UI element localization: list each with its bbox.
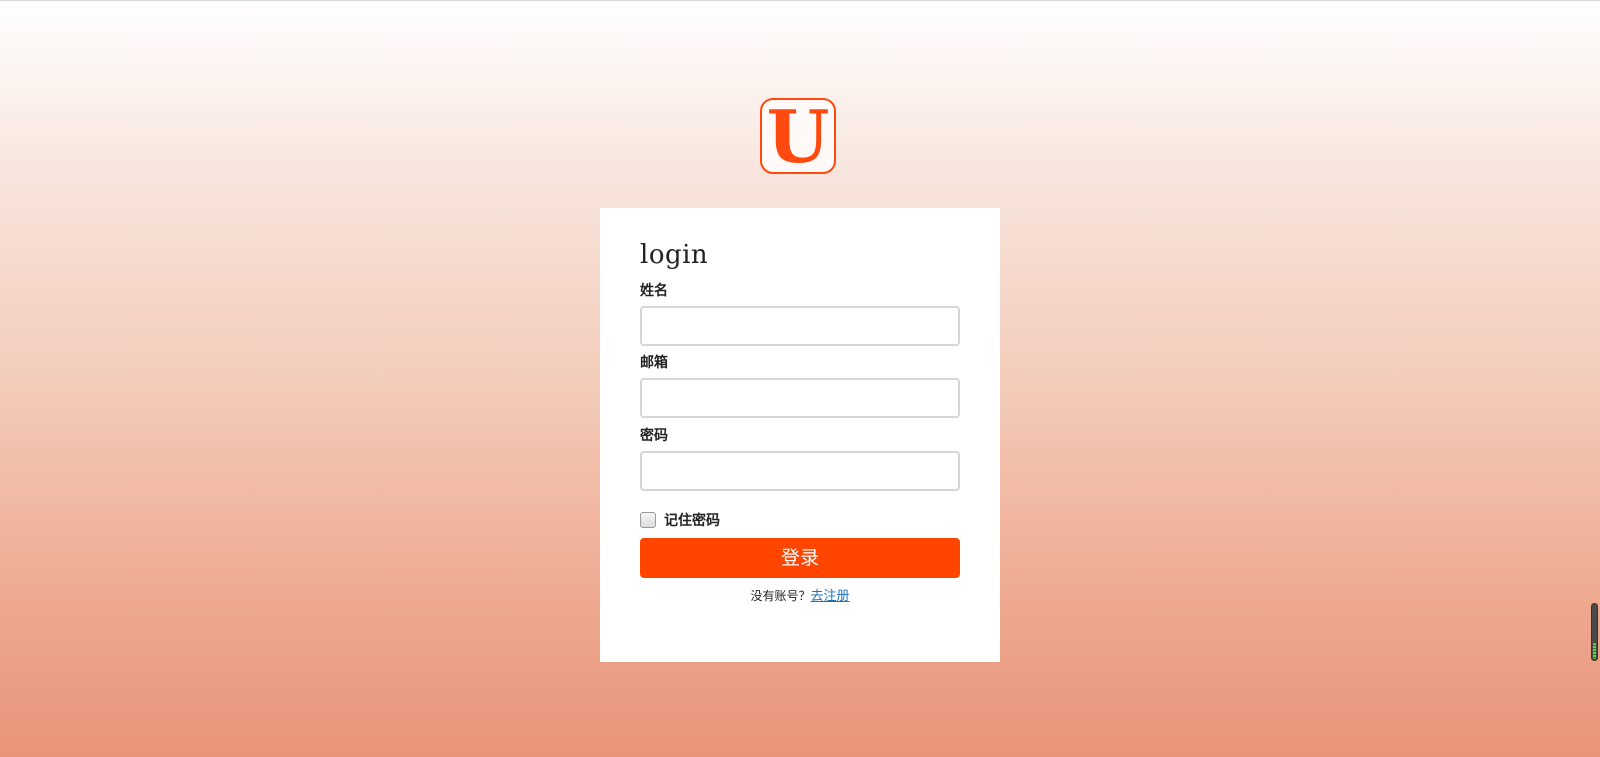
app-logo: U [760,98,836,174]
password-input[interactable] [640,451,960,491]
scroll-level-fill [1593,643,1596,659]
name-input[interactable] [640,306,960,346]
name-label: 姓名 [640,283,668,299]
email-input[interactable] [640,378,960,418]
password-label: 密码 [640,428,668,444]
remember-password-label[interactable]: 记住密码 [664,510,720,530]
scroll-level-indicator[interactable] [1591,603,1598,661]
login-card: login 姓名 邮箱 密码 记住密码 登录 没有账号？去注册 [600,208,1000,662]
remember-password-row: 记住密码 [640,510,720,530]
no-account-text: 没有账号？ [750,589,811,603]
email-label: 邮箱 [640,355,668,371]
remember-password-checkbox[interactable] [640,512,656,528]
register-link[interactable]: 去注册 [811,589,850,604]
logo-letter: U [766,94,830,179]
register-prompt: 没有账号？去注册 [600,585,1000,604]
login-title: login [640,240,709,270]
login-button[interactable]: 登录 [640,538,960,578]
